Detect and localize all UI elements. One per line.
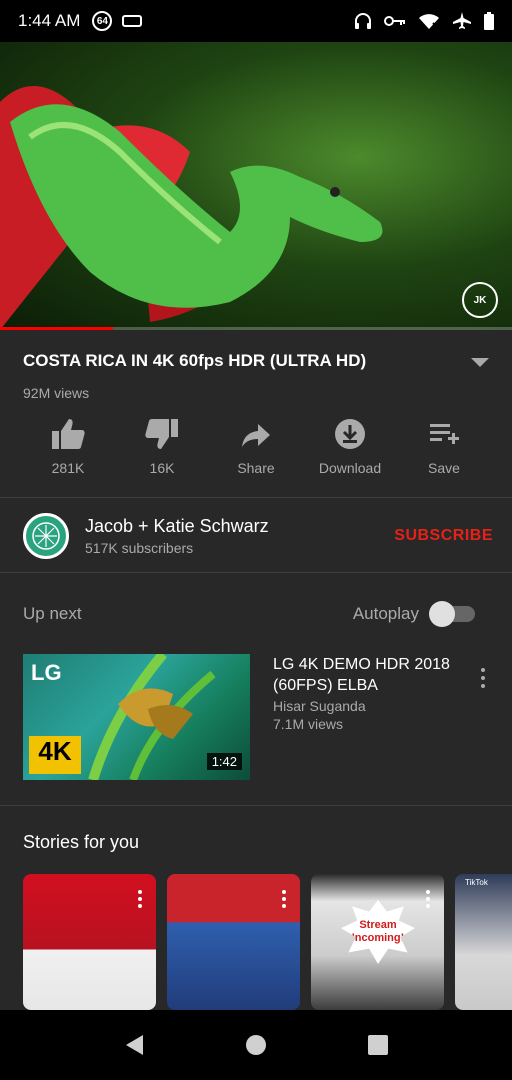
video-progress-bar[interactable] [0,327,512,330]
recents-icon[interactable] [367,1034,389,1056]
system-nav-bar [0,1010,512,1080]
video-title-row[interactable]: COSTA RICA IN 4K 60fps HDR (ULTRA HD) [23,350,489,372]
recommended-author: Hisar Suganda [273,698,366,714]
story-menu-icon[interactable] [138,890,142,908]
cast-icon [122,15,143,27]
channel-watermark[interactable]: JK [462,282,498,318]
view-count: 92M views [23,385,90,401]
action-bar: 281K 16K Share Download Save [21,418,491,476]
save-label: Save [428,460,460,476]
channel-logo-icon [32,522,60,550]
lg-logo: LG [31,660,62,685]
up-next-header: Up next Autoplay [23,601,475,627]
divider-upnext [0,805,512,806]
stories-title: Stories for you [23,832,140,852]
like-count: 281K [51,460,85,476]
dislike-button[interactable]: 16K [115,418,209,476]
save-playlist-icon [430,424,459,444]
battery-icon [484,12,494,30]
channel-meta: Jacob + Katie Schwarz 517K subscribers [85,516,269,556]
story-card[interactable]: TikTok [455,874,512,1010]
download-button[interactable]: Download [303,418,397,476]
story-menu-icon[interactable] [282,890,286,908]
more-options-icon[interactable] [473,654,493,780]
up-next-label: Up next [23,604,82,623]
like-button[interactable]: 281K [21,418,115,476]
status-icons [354,11,494,31]
share-button[interactable]: Share [209,418,303,476]
recommended-info: LG 4K DEMO HDR 2018 (60FPS) ELBA Hisar S… [273,654,473,780]
video-player[interactable]: JK [0,42,512,330]
badge-64-icon: 64 [92,11,113,31]
home-icon[interactable] [245,1034,267,1056]
status-bar: 1:44 AM 64 [0,0,512,42]
status-time: 1:44 AM [18,11,81,30]
vpn-key-icon [384,16,405,26]
airplane-icon [453,12,471,29]
back-icon[interactable] [123,1033,145,1057]
headphones-icon [355,13,371,29]
thumbs-down-icon [145,419,178,449]
recommended-video[interactable]: LG 4K 1:42 LG 4K DEMO HDR 2018 (60FPS) E… [23,654,493,780]
save-button[interactable]: Save [397,418,491,476]
video-duration: 1:42 [206,753,242,770]
story-card[interactable]: Stream Incoming! [311,874,444,1010]
download-label: Download [318,460,382,476]
autoplay-toggle-knob [429,601,455,627]
video-title: COSTA RICA IN 4K 60fps HDR (ULTRA HD) [23,351,367,370]
story-card[interactable] [23,874,156,1010]
story-card[interactable] [167,874,300,1010]
tiktok-label: TikTok [465,878,488,887]
autoplay-label: Autoplay [352,604,419,623]
recommended-thumbnail[interactable]: LG 4K 1:42 [23,654,250,780]
stories-carousel[interactable]: Stream Incoming! TikTok [23,874,512,1010]
recommended-title[interactable]: LG 4K DEMO HDR 2018 (60FPS) ELBA [273,654,473,696]
channel-row[interactable]: Jacob + Katie Schwarz 517K subscribers S… [23,512,493,560]
divider-channel [0,572,512,573]
download-icon [335,419,365,449]
channel-avatar[interactable] [23,513,69,559]
stream-incoming-badge: Stream Incoming! [341,900,415,964]
subscribe-button[interactable]: SUBSCRIBE [394,527,493,545]
recommended-views: 7.1M views [273,716,344,732]
divider-actions [0,497,512,498]
subscriber-count: 517K subscribers [85,540,194,556]
share-label: Share [237,460,275,476]
expand-description-icon[interactable] [471,358,489,367]
story-menu-icon[interactable] [426,890,430,908]
autoplay-toggle[interactable] [429,601,475,627]
4k-badge: 4K [29,736,81,774]
channel-name[interactable]: Jacob + Katie Schwarz [85,516,269,537]
video-frame-snake [0,86,383,330]
dislike-count: 16K [149,460,175,476]
share-icon [242,424,270,447]
video-progress-fill [0,327,113,330]
wifi-off-icon [419,14,439,29]
thumbs-up-icon [52,419,85,449]
